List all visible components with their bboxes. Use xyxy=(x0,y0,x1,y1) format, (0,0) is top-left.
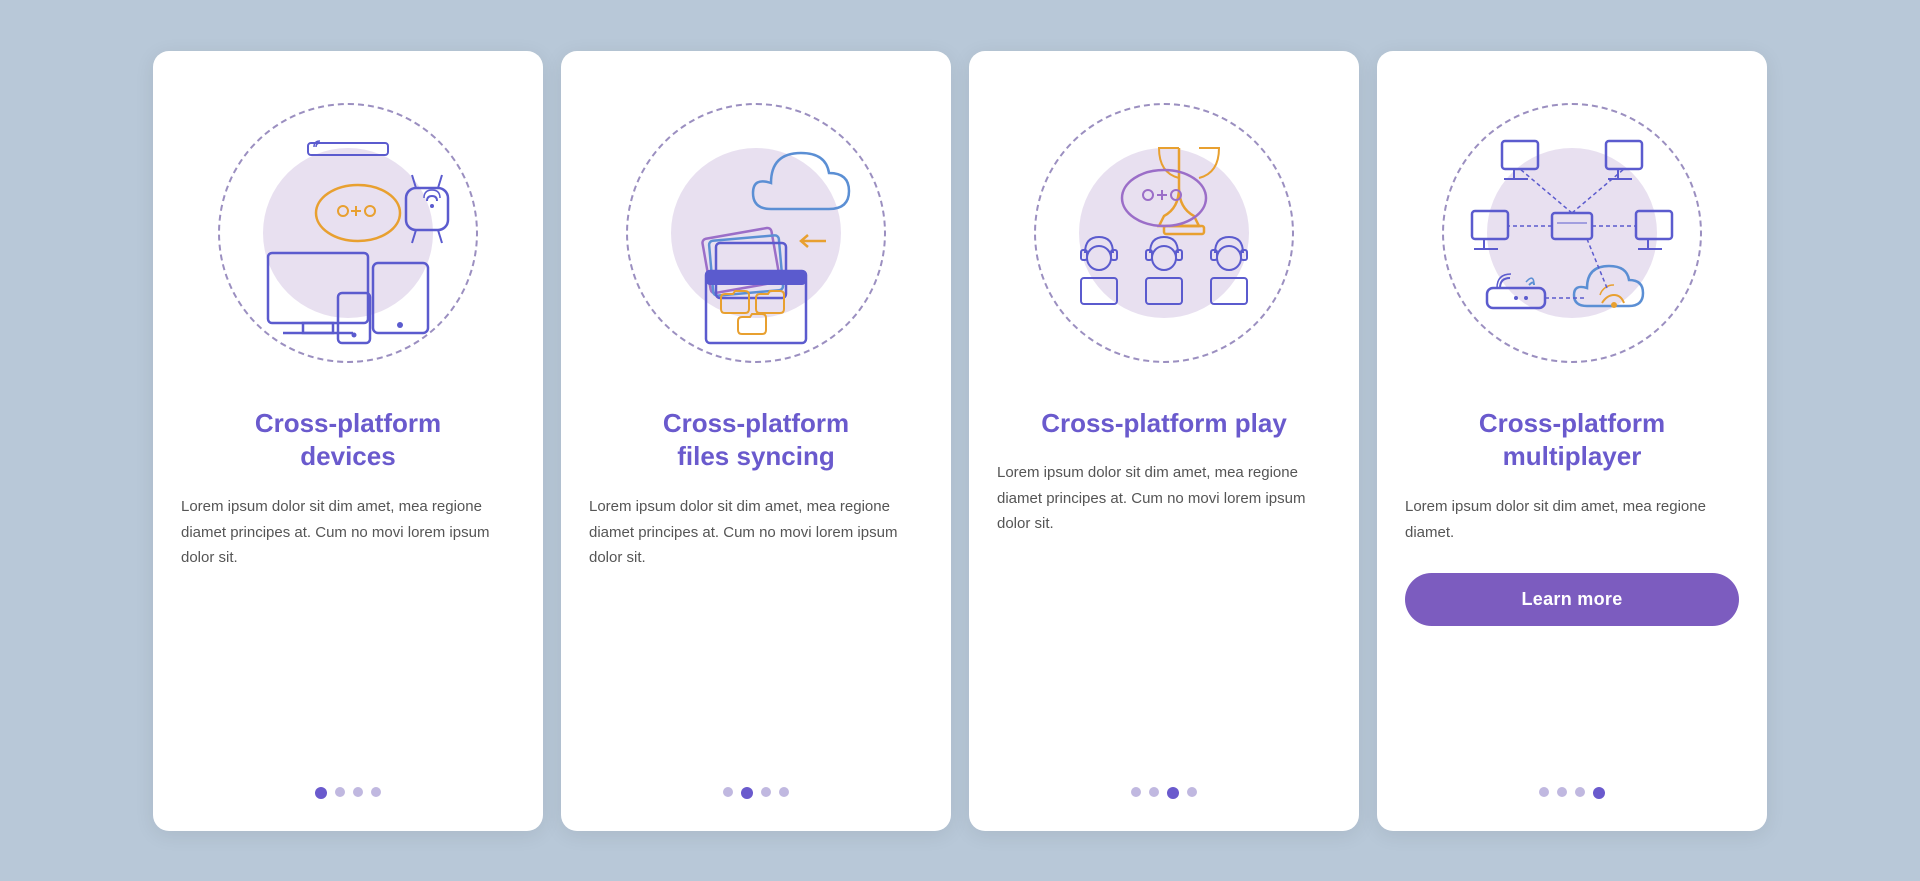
card-body: Lorem ipsum dolor sit dim amet, mea regi… xyxy=(589,494,923,571)
card-title: Cross-platform multiplayer xyxy=(1479,407,1665,475)
dot-2 xyxy=(741,787,753,799)
dot-3 xyxy=(1167,787,1179,799)
pagination-dots xyxy=(315,775,381,799)
pagination-dots xyxy=(1539,775,1605,799)
card-title: Cross-platform devices xyxy=(255,407,441,475)
dot-2 xyxy=(335,787,345,797)
illustration-multiplayer xyxy=(1422,83,1722,383)
dot-4 xyxy=(779,787,789,797)
card-body: Lorem ipsum dolor sit dim amet, mea regi… xyxy=(997,460,1331,537)
multiplayer-svg xyxy=(1432,93,1712,373)
dot-4 xyxy=(371,787,381,797)
dot-4 xyxy=(1187,787,1197,797)
card-devices: Cross-platform devices Lorem ipsum dolor… xyxy=(153,51,543,831)
cards-container: Cross-platform devices Lorem ipsum dolor… xyxy=(93,11,1827,871)
files-svg xyxy=(616,93,896,373)
play-svg xyxy=(1024,93,1304,373)
dot-3 xyxy=(761,787,771,797)
devices-svg xyxy=(208,93,488,373)
pagination-dots xyxy=(1131,775,1197,799)
learn-more-button[interactable]: Learn more xyxy=(1405,573,1739,626)
card-title: Cross-platform files syncing xyxy=(663,407,849,475)
card-body: Lorem ipsum dolor sit dim amet, mea regi… xyxy=(1405,494,1739,545)
card-play: Cross-platform play Lorem ipsum dolor si… xyxy=(969,51,1359,831)
dot-1 xyxy=(1131,787,1141,797)
dot-1 xyxy=(315,787,327,799)
illustration-devices xyxy=(198,83,498,383)
card-files-syncing: Cross-platform files syncing Lorem ipsum… xyxy=(561,51,951,831)
illustration-files xyxy=(606,83,906,383)
card-multiplayer: Cross-platform multiplayer Lorem ipsum d… xyxy=(1377,51,1767,831)
pagination-dots xyxy=(723,775,789,799)
dot-1 xyxy=(1539,787,1549,797)
dot-2 xyxy=(1557,787,1567,797)
dot-2 xyxy=(1149,787,1159,797)
dot-4 xyxy=(1593,787,1605,799)
card-title: Cross-platform play xyxy=(1041,407,1287,441)
dot-3 xyxy=(1575,787,1585,797)
illustration-play xyxy=(1014,83,1314,383)
dot-1 xyxy=(723,787,733,797)
dot-3 xyxy=(353,787,363,797)
card-body: Lorem ipsum dolor sit dim amet, mea regi… xyxy=(181,494,515,571)
